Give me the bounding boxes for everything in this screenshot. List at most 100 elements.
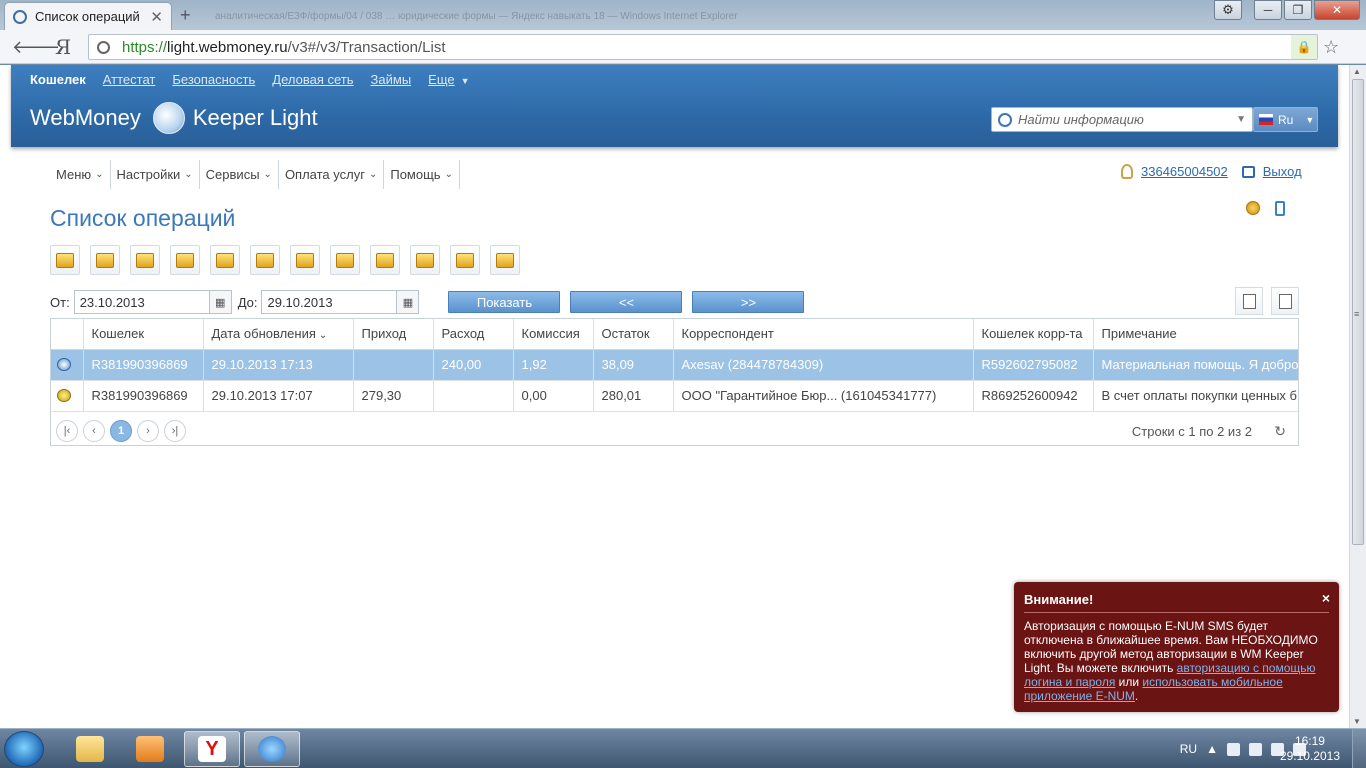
top-navigation: Кошелек Аттестат Безопасность Деловая се… [30,72,470,87]
settings-gear-icon[interactable]: ⚙ [1214,0,1242,20]
lock-icon[interactable]: 🔒 [1291,35,1317,59]
prev-page-icon[interactable]: ‹ [83,420,105,442]
column-header-correspondent[interactable]: Корреспондент [673,319,974,350]
taskbar-media-player[interactable] [122,731,178,767]
export-button[interactable] [1271,287,1299,315]
table-row[interactable]: R381990396869 29.10.2013 17:13 240,00 1,… [51,349,1298,381]
yandex-button[interactable]: Я [55,35,71,59]
page-number-button[interactable]: 1 [110,420,132,442]
nav-attestat[interactable]: Аттестат [103,72,156,87]
transfer-button[interactable] [50,245,80,275]
nav-more[interactable]: Еще ▼ [428,72,469,87]
nav-wallet[interactable]: Кошелек [30,72,86,87]
contacts-button[interactable] [330,245,360,275]
invoice-button[interactable] [170,245,200,275]
nav-security[interactable]: Безопасность [172,72,255,87]
column-header-corr-wallet[interactable]: Кошелек корр-та [973,319,1094,350]
browser-tab[interactable]: Список операций ✕ [4,2,172,30]
archive-button[interactable] [450,245,480,275]
new-tab-icon[interactable]: + [180,5,191,26]
tray-expand-icon[interactable]: ▲ [1206,742,1218,756]
logout-link[interactable]: Выход [1263,164,1302,179]
add-funds-button[interactable] [210,245,240,275]
calendar-icon[interactable]: ▦ [208,291,231,313]
minimize-button[interactable]: ─ [1254,0,1282,20]
menu-item-services[interactable]: Сервисы ⌄ [200,160,279,189]
chevron-down-icon[interactable]: ▼ [1236,114,1246,125]
column-header-fee[interactable]: Комиссия [513,319,594,350]
user-panel: 336465004502 Выход [1121,164,1302,179]
back-arrow-icon[interactable]: 🡐 [12,37,60,58]
corr-wallet-cell: R592602795082 [973,349,1094,381]
last-page-icon[interactable]: ›| [164,420,186,442]
send-message-button[interactable] [410,245,440,275]
taskbar-yandex-browser[interactable]: Y [184,731,240,767]
menu-item-settings[interactable]: Настройки ⌄ [111,160,200,189]
language-selector[interactable]: Ru ▼ [1253,107,1318,132]
menu-item-payments[interactable]: Оплата услуг ⌄ [279,160,385,189]
first-page-icon[interactable]: |‹ [56,420,78,442]
window-controls: ─ ❐ ✕ [1254,0,1360,20]
wallet-button[interactable] [90,245,120,275]
date-from-field[interactable]: 23.10.2013 ▦ [73,290,232,314]
date-to-field[interactable]: 29.10.2013 ▦ [261,290,420,314]
next-period-button[interactable]: >> [692,291,805,313]
withdraw-button[interactable] [250,245,280,275]
search-input[interactable]: Найти информацию ▼ [991,107,1253,132]
refresh-icon[interactable]: ↻ [1274,423,1286,440]
corr-wallet-cell: R869252600942 [973,380,1094,412]
main-menu: Меню ⌄ Настройки ⌄ Сервисы ⌄ Оплата услуг ⌄ … [50,160,460,189]
print-button[interactable] [130,245,160,275]
wmid-link[interactable]: 336465004502 [1141,164,1228,179]
show-desktop-button[interactable] [1352,729,1366,768]
scroll-up-icon[interactable]: ▲ [1353,67,1361,76]
column-header-date[interactable]: Дата обновления ⌄ [203,319,354,350]
show-button[interactable]: Показать [448,291,561,313]
russian-flag-icon [1259,114,1273,125]
start-button[interactable] [4,731,44,767]
transfer-icon [56,252,74,268]
tray-network-error-icon[interactable] [1249,742,1262,756]
outgoing-transfer-icon [57,358,71,371]
prev-period-button[interactable]: << [570,291,683,313]
menu-item-help[interactable]: Помощь ⌄ [384,160,460,189]
income-cell: 279,30 [353,380,434,412]
nav-business-network[interactable]: Деловая сеть [272,72,353,87]
exchange-button[interactable] [370,245,400,275]
bookmark-star-icon[interactable]: ☆ [1323,37,1339,58]
row-type-cell [51,349,84,381]
logout-icon[interactable] [1241,165,1255,178]
maximize-button[interactable]: ❐ [1284,0,1312,20]
mobile-phone-icon[interactable] [1275,201,1285,216]
taskbar-internet-explorer[interactable] [244,731,300,767]
tab-close-icon[interactable]: ✕ [150,8,163,26]
add-wallet-icon [296,252,314,268]
add-wallet-button[interactable] [290,245,320,275]
menu-item-menu[interactable]: Меню ⌄ [50,160,111,189]
calendar-icon[interactable]: ▦ [396,291,419,313]
report-button[interactable] [1235,287,1263,315]
column-header-note[interactable]: Примечание [1093,319,1298,350]
address-bar: 🡐 Я https://light.webmoney.ru/v3#/v3/Tra… [0,30,1366,64]
next-page-icon[interactable]: › [137,420,159,442]
scroll-down-icon[interactable]: ▼ [1353,717,1361,726]
nav-loans[interactable]: Займы [371,72,412,87]
taskbar-explorer[interactable] [62,731,118,767]
warning-notification: Внимание! × Авторизация с помощью E-NUM … [1014,582,1339,712]
column-header-balance[interactable]: Остаток [593,319,674,350]
url-field[interactable]: https://light.webmoney.ru/v3#/v3/Transac… [88,34,1318,60]
note-cell: В счет оплаты покупки ценных б [1093,380,1298,412]
column-header-wallet[interactable]: Кошелек [83,319,204,350]
column-header-income[interactable]: Приход [353,319,434,350]
column-header-expense[interactable]: Расход [433,319,514,350]
close-window-button[interactable]: ✕ [1314,0,1360,20]
tray-app-icon[interactable] [1227,742,1240,756]
close-icon[interactable]: × [1322,590,1330,606]
vertical-scrollbar[interactable]: ▲ ≡ ▼ [1349,65,1366,728]
table-row[interactable]: R381990396869 29.10.2013 17:07 279,30 0,… [51,380,1298,412]
system-clock[interactable]: 16:19 29.10.2013 [1280,734,1340,764]
webmoney-logo[interactable]: WebMoney Keeper Light [30,102,318,134]
refresh-coins-button[interactable] [490,245,520,275]
coin-icon[interactable] [1246,201,1260,215]
language-indicator[interactable]: RU [1180,742,1197,756]
